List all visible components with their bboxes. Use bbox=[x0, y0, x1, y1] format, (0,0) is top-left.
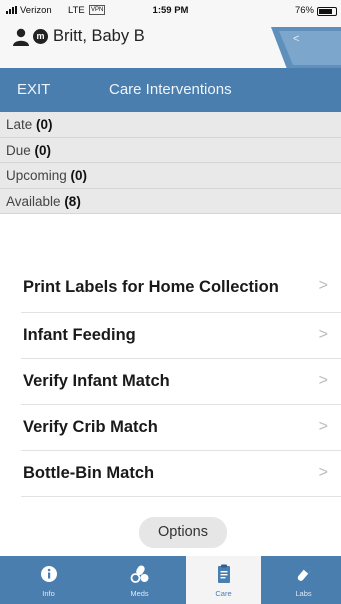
tab-label: Info bbox=[42, 589, 55, 598]
tab-label: Meds bbox=[130, 589, 149, 598]
care-clipboard-icon bbox=[217, 564, 230, 583]
patient-header: m Britt, Baby B < bbox=[0, 20, 341, 69]
category-label: Due bbox=[6, 142, 31, 158]
battery-percent: 76% bbox=[294, 5, 314, 16]
nav-bar: EXIT Care Interventions bbox=[0, 68, 341, 112]
category-count: (0) bbox=[34, 142, 52, 158]
chevron-right-icon: > bbox=[318, 464, 328, 481]
list-item[interactable]: Bottle-Bin Match > bbox=[21, 451, 341, 497]
tab-bar: Info Meds Care Labs bbox=[0, 556, 341, 604]
category-count: (0) bbox=[36, 117, 53, 132]
category-label: Late bbox=[6, 117, 33, 132]
labs-icon bbox=[297, 565, 312, 581]
category-label: Upcoming bbox=[6, 168, 67, 183]
item-label: Infant Feeding bbox=[23, 326, 136, 344]
status-bar: Verizon LTE VPN 1:59 PM 76% bbox=[0, 0, 341, 20]
category-list: Late (0) Due (0) Upcoming (0) Available … bbox=[0, 112, 341, 214]
tab-meds[interactable]: Meds bbox=[102, 556, 177, 604]
category-count: (8) bbox=[64, 193, 81, 209]
list-item[interactable]: Print Labels for Home Collection > bbox=[21, 264, 341, 313]
exit-button[interactable]: EXIT bbox=[17, 81, 50, 98]
tab-label: Labs bbox=[295, 589, 312, 598]
chevron-right-icon: > bbox=[318, 326, 328, 343]
category-available[interactable]: Available (8) bbox=[0, 188, 341, 214]
patient-name: Britt, Baby B bbox=[53, 27, 145, 45]
person-icon bbox=[13, 28, 29, 46]
info-icon bbox=[40, 566, 57, 582]
svg-text:<: < bbox=[293, 33, 299, 45]
tab-info[interactable]: Info bbox=[11, 556, 86, 604]
category-label: Available bbox=[6, 193, 61, 209]
collapse-tab-icon[interactable]: < bbox=[271, 27, 341, 69]
list-item[interactable]: Verify Infant Match > bbox=[21, 359, 341, 405]
category-upcoming[interactable]: Upcoming (0) bbox=[0, 163, 341, 189]
category-count: (0) bbox=[70, 168, 88, 183]
page-title: Care Interventions bbox=[109, 81, 232, 98]
category-late[interactable]: Late (0) bbox=[0, 112, 341, 138]
item-label: Verify Infant Match bbox=[23, 372, 170, 390]
item-label: Print Labels for Home Collection bbox=[23, 278, 279, 296]
tab-care[interactable]: Care bbox=[186, 556, 261, 604]
chevron-right-icon: > bbox=[318, 418, 328, 435]
meds-icon bbox=[130, 565, 148, 583]
item-label: Verify Crib Match bbox=[23, 418, 158, 436]
chevron-right-icon: > bbox=[318, 372, 328, 389]
intervention-list: Print Labels for Home Collection > Infan… bbox=[0, 264, 341, 497]
list-item[interactable]: Verify Crib Match > bbox=[21, 405, 341, 451]
options-button[interactable]: Options bbox=[139, 517, 227, 548]
tab-label: Care bbox=[215, 589, 232, 598]
tab-labs[interactable]: Labs bbox=[266, 556, 341, 604]
item-label: Bottle-Bin Match bbox=[23, 464, 155, 482]
category-due[interactable]: Due (0) bbox=[0, 137, 341, 163]
list-item[interactable]: Infant Feeding > bbox=[21, 313, 341, 359]
chevron-right-icon: > bbox=[318, 277, 328, 294]
clock: 1:59 PM bbox=[152, 5, 189, 16]
battery-icon bbox=[317, 7, 337, 16]
patient-badge: m bbox=[33, 29, 48, 44]
